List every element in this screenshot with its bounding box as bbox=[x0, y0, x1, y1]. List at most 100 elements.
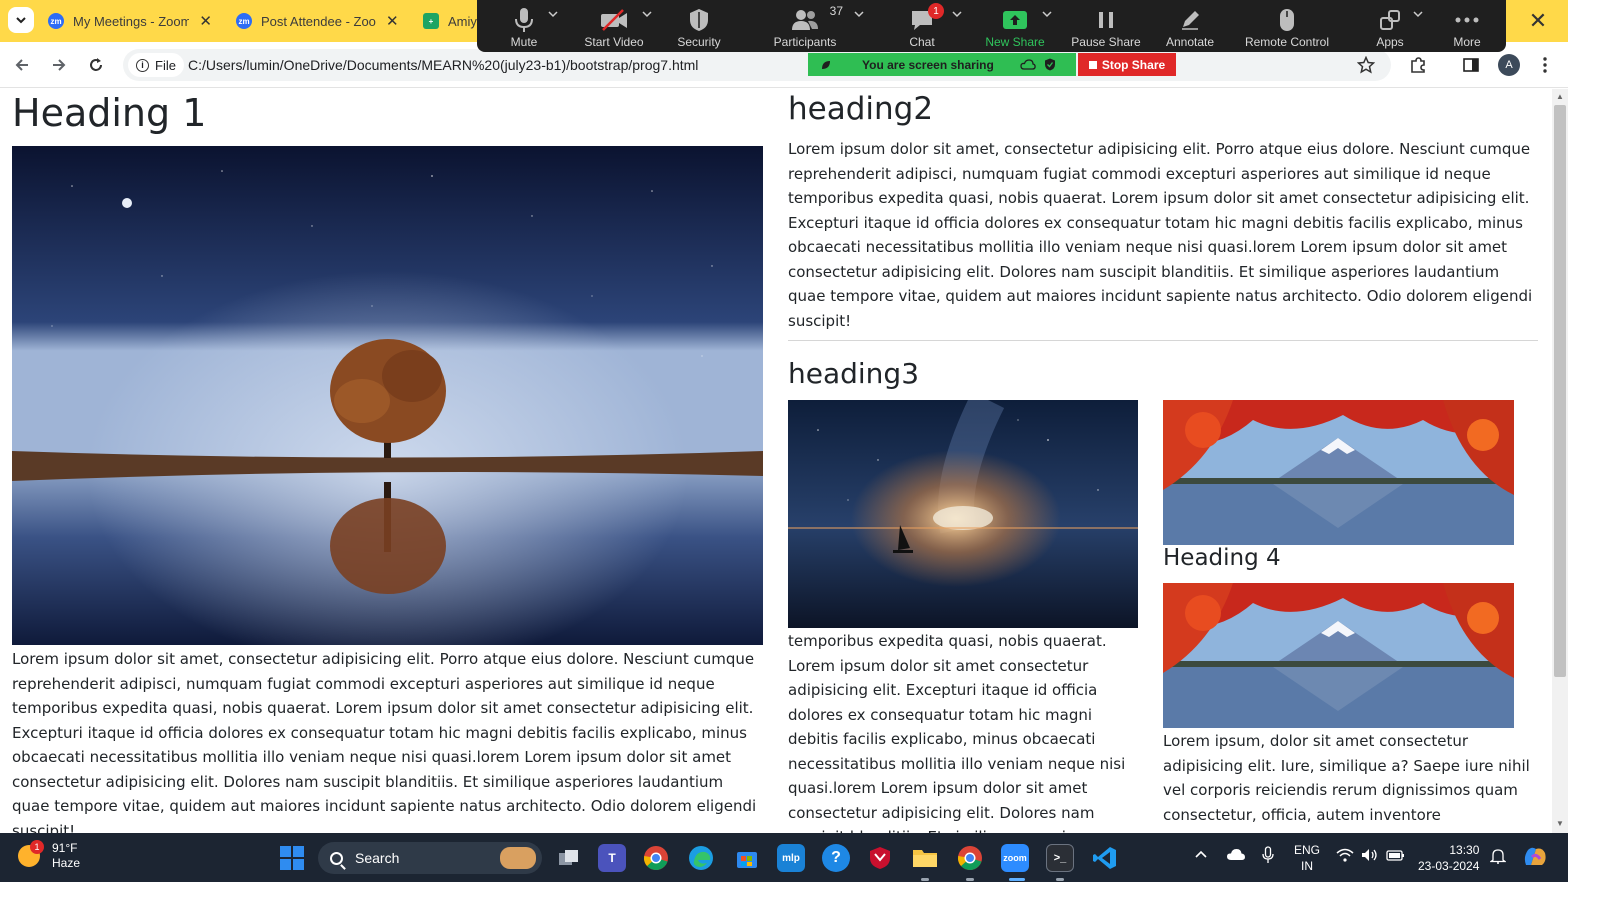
mount-fuji-image-top bbox=[1163, 400, 1514, 545]
chevron-down-icon[interactable] bbox=[1042, 9, 1052, 19]
security-button[interactable]: Security bbox=[673, 0, 725, 52]
search-highlight-dog-icon bbox=[500, 847, 536, 869]
chevron-down-icon[interactable] bbox=[1413, 9, 1423, 19]
tab-post-attendee[interactable]: zm Post Attendee - Zoom ✕ bbox=[228, 6, 408, 36]
site-info-chip[interactable]: i File bbox=[128, 53, 184, 77]
apps-button[interactable]: Apps bbox=[1374, 0, 1406, 52]
tab-label: Amiya bbox=[448, 13, 477, 29]
pause-share-label: Pause Share bbox=[1071, 35, 1141, 49]
scroll-down-arrow-icon[interactable]: ▼ bbox=[1556, 819, 1564, 828]
chat-icon: 1 bbox=[910, 3, 944, 33]
mute-button[interactable]: Mute bbox=[500, 0, 548, 52]
scroll-up-arrow-icon[interactable]: ▲ bbox=[1556, 92, 1564, 101]
profile-avatar[interactable]: A bbox=[1498, 54, 1520, 76]
help-icon[interactable]: ? bbox=[822, 844, 850, 872]
paragraph-heading4: Lorem ipsum, dolor sit amet consectetur … bbox=[1163, 732, 1530, 824]
weather-description: Haze bbox=[52, 856, 81, 870]
web-page-content: Heading 1 Lorem ipsum dolor sit amet, co… bbox=[0, 89, 1552, 833]
running-indicator bbox=[966, 878, 974, 881]
new-share-button[interactable]: New Share bbox=[982, 0, 1048, 52]
start-video-button[interactable]: Start Video bbox=[580, 0, 648, 52]
zoom-app-icon[interactable]: zoom bbox=[1001, 844, 1029, 872]
annotate-label: Annotate bbox=[1165, 35, 1215, 49]
weather-widget[interactable]: 1 91°F Haze bbox=[18, 840, 81, 871]
copilot-icon[interactable] bbox=[1522, 845, 1548, 872]
edge-icon[interactable] bbox=[687, 844, 715, 872]
back-button[interactable] bbox=[9, 52, 35, 78]
side-panel-button[interactable] bbox=[1458, 52, 1484, 78]
windows-start-button[interactable] bbox=[280, 846, 304, 870]
chevron-down-icon[interactable] bbox=[854, 9, 864, 19]
annotate-button[interactable]: Annotate bbox=[1162, 0, 1218, 52]
chat-button[interactable]: 1 Chat bbox=[902, 0, 944, 52]
chevron-down-icon[interactable] bbox=[642, 9, 652, 19]
language-code: ENG bbox=[1294, 843, 1321, 857]
sheets-favicon-icon: + bbox=[423, 13, 439, 29]
forward-button[interactable] bbox=[46, 52, 72, 78]
wifi-icon[interactable] bbox=[1336, 848, 1354, 865]
system-clock[interactable]: 13:30 23-03-2024 bbox=[1418, 842, 1479, 874]
file-explorer-icon[interactable] bbox=[911, 844, 939, 872]
chrome-icon[interactable] bbox=[642, 844, 670, 872]
page-scrollbar[interactable]: ▲ ▼ bbox=[1552, 89, 1568, 833]
tab-amiya[interactable]: + Amiya bbox=[415, 6, 485, 36]
language-indicator[interactable]: ENG IN bbox=[1294, 842, 1320, 874]
heading-2: heading2 bbox=[788, 91, 934, 127]
microphone-tray-icon[interactable] bbox=[1262, 846, 1274, 867]
show-hidden-icons-chevron-icon[interactable] bbox=[1194, 848, 1208, 862]
battery-icon[interactable] bbox=[1386, 848, 1406, 865]
apps-label: Apps bbox=[1376, 35, 1404, 49]
kebab-menu-icon bbox=[1543, 57, 1547, 73]
night-lake-tree-image bbox=[12, 146, 763, 645]
puzzle-icon bbox=[1411, 57, 1425, 73]
pause-icon bbox=[1097, 7, 1115, 33]
side-panel-icon bbox=[1463, 58, 1479, 72]
teams-icon[interactable]: T bbox=[598, 844, 626, 872]
microsoft-store-icon[interactable] bbox=[733, 844, 761, 872]
weather-temperature: 91°F bbox=[52, 841, 78, 855]
reload-button[interactable] bbox=[83, 52, 109, 78]
tab-search-button[interactable] bbox=[8, 7, 34, 33]
tab-my-meetings[interactable]: zm My Meetings - Zoom ✕ bbox=[40, 6, 220, 36]
chrome-profile-icon[interactable] bbox=[956, 844, 984, 872]
zoom-favicon-icon: zm bbox=[48, 13, 64, 29]
heading-3: heading3 bbox=[788, 357, 920, 390]
taskbar-search-label: Search bbox=[355, 850, 400, 866]
notifications-bell-icon[interactable] bbox=[1489, 848, 1507, 867]
running-indicator bbox=[1056, 878, 1064, 881]
pause-share-button[interactable]: Pause Share bbox=[1070, 0, 1142, 52]
more-dots-icon bbox=[1455, 7, 1479, 33]
stop-share-label: Stop Share bbox=[1101, 57, 1166, 72]
mylio-app-icon[interactable]: mlp bbox=[777, 844, 805, 872]
task-view-icon[interactable] bbox=[555, 844, 583, 872]
volume-icon[interactable] bbox=[1361, 848, 1379, 865]
screen-sharing-indicator[interactable]: You are screen sharing bbox=[808, 53, 1076, 76]
terminal-icon[interactable]: >_ bbox=[1046, 844, 1074, 872]
browser-menu-button[interactable] bbox=[1532, 52, 1558, 78]
heading-4: Heading 4 bbox=[1163, 545, 1281, 571]
url-text: C:/Users/lumin/OneDrive/Documents/MEARN%… bbox=[188, 57, 699, 73]
vscode-icon[interactable] bbox=[1091, 844, 1119, 872]
tab-close-icon[interactable]: ✕ bbox=[386, 12, 399, 30]
share-screen-icon bbox=[1002, 7, 1028, 33]
participants-count: 37 bbox=[829, 4, 843, 18]
scrollbar-thumb[interactable] bbox=[1554, 105, 1566, 677]
stop-share-button[interactable]: Stop Share bbox=[1078, 53, 1176, 76]
chevron-down-icon[interactable] bbox=[548, 9, 558, 19]
heading-1: Heading 1 bbox=[12, 91, 207, 135]
mcafee-shield-icon[interactable] bbox=[866, 844, 894, 872]
taskbar-search-box[interactable]: Search bbox=[318, 842, 542, 874]
clock-date: 23-03-2024 bbox=[1418, 859, 1480, 873]
window-close-button[interactable]: ✕ bbox=[1508, 0, 1568, 42]
galaxy-sailboat-image bbox=[788, 400, 1138, 628]
extensions-button[interactable] bbox=[1405, 52, 1431, 78]
remote-control-button[interactable]: Remote Control bbox=[1241, 0, 1333, 52]
onedrive-cloud-icon[interactable] bbox=[1226, 848, 1246, 865]
bookmark-star-button[interactable] bbox=[1353, 52, 1379, 78]
participants-button[interactable]: 37 Participants bbox=[768, 0, 843, 52]
url-omnibox[interactable]: i File C:/Users/lumin/OneDrive/Documents… bbox=[123, 49, 1391, 81]
mute-label: Mute bbox=[510, 35, 538, 49]
chevron-down-icon[interactable] bbox=[952, 9, 962, 19]
more-button[interactable]: More bbox=[1447, 0, 1487, 52]
tab-close-icon[interactable]: ✕ bbox=[199, 12, 212, 30]
